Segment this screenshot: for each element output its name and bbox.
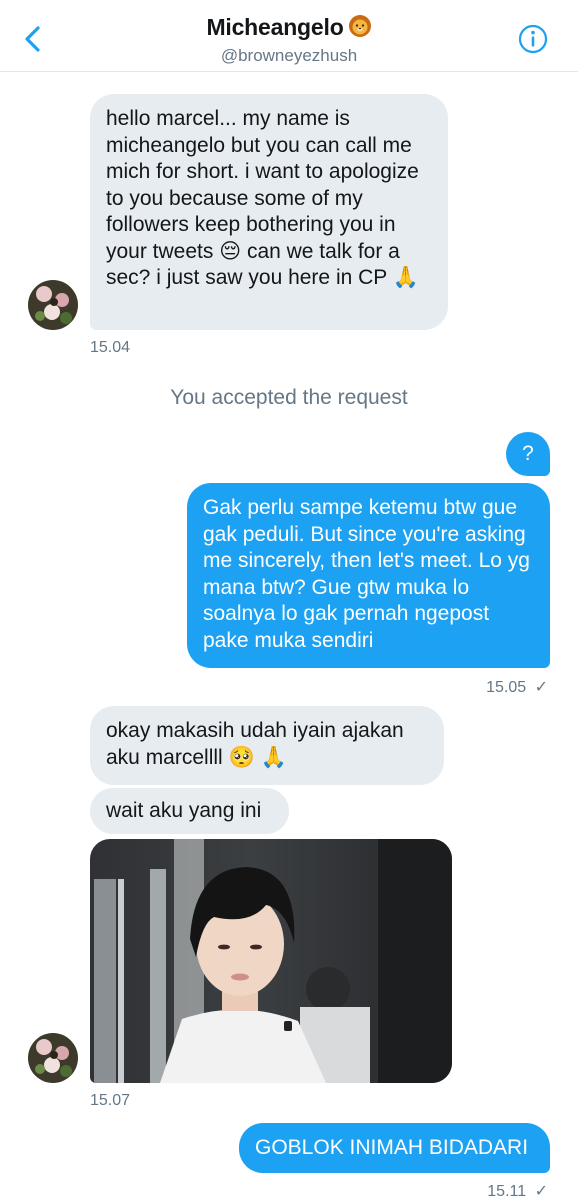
lion-emoji-icon: [348, 14, 372, 44]
contact-name: Micheangelo: [0, 14, 578, 44]
info-icon[interactable]: [518, 24, 548, 54]
incoming-message-bubble[interactable]: hello marcel... my name is micheangelo b…: [90, 94, 448, 330]
message-photo[interactable]: [90, 839, 452, 1083]
system-message: You accepted the request: [170, 386, 408, 409]
message-text: hello marcel... my name is micheangelo b…: [106, 107, 419, 289]
incoming-message-bubble[interactable]: okay makasih udah iyain ajakan aku marce…: [90, 706, 444, 785]
incoming-message-bubble[interactable]: wait aku yang ini: [90, 788, 289, 834]
avatar[interactable]: [28, 1033, 78, 1083]
message-timestamp: 15.07: [90, 1092, 131, 1109]
message-timestamp: 15.11 ✓: [487, 1183, 548, 1200]
conversation-header: Micheangelo @browneyezhush: [0, 0, 578, 72]
delivered-check-icon: ✓: [534, 1183, 548, 1200]
message-text: okay makasih udah iyain ajakan aku marce…: [106, 719, 404, 769]
message-timestamp: 15.04: [90, 339, 131, 356]
outgoing-message-bubble[interactable]: GOBLOK INIMAH BIDADARI: [239, 1123, 550, 1173]
conversation-title-block[interactable]: Micheangelo @browneyezhush: [0, 14, 578, 66]
message-text: wait aku yang ini: [106, 799, 262, 822]
outgoing-message-bubble[interactable]: ?: [506, 432, 550, 476]
outgoing-message-bubble[interactable]: Gak perlu sampe ketemu btw gue gak pedul…: [187, 483, 550, 668]
message-text: ?: [522, 442, 534, 465]
message-text: Gak perlu sampe ketemu btw gue gak pedul…: [203, 496, 530, 652]
avatar[interactable]: [28, 280, 78, 330]
contact-handle: @browneyezhush: [220, 46, 358, 65]
message-text: GOBLOK INIMAH BIDADARI: [255, 1136, 529, 1159]
delivered-check-icon: ✓: [534, 679, 548, 696]
message-timestamp: 15.05 ✓: [486, 679, 548, 696]
